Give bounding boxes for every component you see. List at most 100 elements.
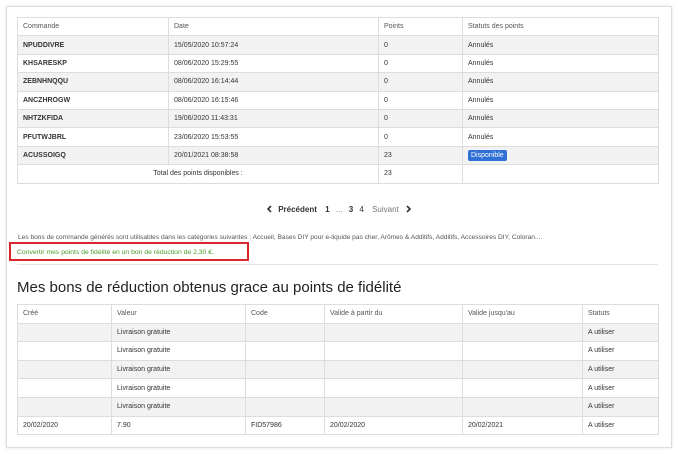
column-header: Valeur [111, 304, 246, 324]
points-status: Annulés [462, 35, 659, 55]
pagination-page-3[interactable]: 3 [349, 205, 353, 214]
table-row: Livraison gratuite A utiliser [17, 322, 659, 343]
voucher-created [17, 359, 112, 380]
points-status: Annulés [462, 90, 659, 110]
column-header: Statuts des points [462, 16, 659, 37]
total-row: Total des points disponibles : 23 [17, 164, 659, 184]
order-points: 0 [378, 108, 463, 129]
order-date: 23/06/2020 15:53:55 [168, 127, 379, 147]
voucher-categories-info: Les bons de commande générés sont utilis… [18, 234, 543, 241]
table-row: NPUDDIVRE 15/05/2020 10:57:24 0 Annulés [17, 35, 659, 55]
voucher-status: A utiliser [582, 341, 659, 361]
total-points-label: Total des points disponibles : [17, 164, 379, 184]
voucher-valid-from [324, 378, 463, 398]
order-reference: ACUSSOIGQ [17, 145, 169, 166]
order-points: 23 [378, 145, 463, 166]
order-points: 0 [378, 90, 463, 110]
voucher-value: Livraison gratuite [111, 378, 246, 398]
voucher-valid-from [324, 359, 463, 380]
order-points: 0 [378, 127, 463, 147]
pagination-page-1[interactable]: 1 [325, 205, 329, 214]
table-header-row: Commande Date Points Statuts des points [17, 16, 659, 37]
voucher-code: FID57986 [245, 415, 325, 436]
voucher-code [245, 341, 325, 361]
table-row: ZEBNHNQQU 08/06/2020 16:14:44 0 Annulés [17, 72, 659, 92]
order-date: 15/05/2020 10:57:24 [168, 35, 379, 55]
pagination-page-4[interactable]: 4 [359, 205, 363, 214]
voucher-value: Livraison gratuite [111, 341, 246, 361]
voucher-valid-to [462, 378, 583, 398]
order-reference: NPUDDIVRE [17, 35, 169, 55]
vouchers-section-title: Mes bons de réduction obtenus grace au p… [17, 279, 402, 296]
voucher-code [245, 378, 325, 398]
voucher-created [17, 396, 112, 417]
table-header-row: Créé Valeur Code Valide à partir du Vali… [17, 304, 659, 324]
order-points: 0 [378, 35, 463, 55]
total-empty-cell [462, 164, 659, 184]
pagination-ellipsis: ... [335, 205, 343, 214]
voucher-status: A utiliser [582, 396, 659, 417]
voucher-valid-from [324, 322, 463, 343]
table-row: Livraison gratuite A utiliser [17, 359, 659, 380]
voucher-code [245, 359, 325, 380]
order-reference: PFUTWJBRL [17, 127, 169, 147]
voucher-value: Livraison gratuite [111, 322, 246, 343]
convert-points-link[interactable]: Convertir mes points de fidélité en un b… [17, 249, 214, 256]
pagination-previous[interactable]: Précédent [266, 205, 321, 214]
column-header: Valide à partir du [324, 304, 463, 324]
table-row: 20/02/2020 7.90 FID57986 20/02/2020 20/0… [17, 415, 659, 436]
order-date: 19/06/2020 11:43:31 [168, 108, 379, 129]
order-points: 0 [378, 72, 463, 92]
pagination-next-label: Suivant [372, 205, 399, 214]
table-row: Livraison gratuite A utiliser [17, 341, 659, 361]
table-row: Livraison gratuite A utiliser [17, 396, 659, 417]
section-divider [17, 264, 658, 265]
voucher-status: A utiliser [582, 359, 659, 380]
points-status: Annulés [462, 108, 659, 129]
column-header: Points [378, 16, 463, 37]
voucher-valid-from [324, 396, 463, 417]
voucher-valid-to: 20/02/2021 [462, 415, 583, 436]
column-header: Code [245, 304, 325, 324]
voucher-created: 20/02/2020 [17, 415, 112, 436]
column-header: Commande [17, 16, 169, 37]
vouchers-table: Créé Valeur Code Valide à partir du Vali… [17, 304, 659, 436]
status-badge-available: Disponible [468, 149, 507, 161]
voucher-valid-to [462, 396, 583, 417]
table-row: NHTZKFIDA 19/06/2020 11:43:31 0 Annulés [17, 108, 659, 129]
loyalty-points-table: Commande Date Points Statuts des points … [17, 16, 659, 184]
voucher-code [245, 322, 325, 343]
table-row: Livraison gratuite A utiliser [17, 378, 659, 398]
order-date: 08/06/2020 15:29:55 [168, 53, 379, 74]
table-row: ANCZHROGW 08/06/2020 16:15:46 0 Annulés [17, 90, 659, 110]
order-reference: ANCZHROGW [17, 90, 169, 110]
table-row: PFUTWJBRL 23/06/2020 15:53:55 0 Annulés [17, 127, 659, 147]
voucher-created [17, 378, 112, 398]
order-points: 0 [378, 53, 463, 74]
voucher-created [17, 322, 112, 343]
points-status: Annulés [462, 127, 659, 147]
column-header: Valide jusqu'au [462, 304, 583, 324]
voucher-status: A utiliser [582, 378, 659, 398]
order-date: 08/06/2020 16:14:44 [168, 72, 379, 92]
voucher-created [17, 341, 112, 361]
order-date: 08/06/2020 16:15:46 [168, 90, 379, 110]
order-date: 20/01/2021 08:38:58 [168, 145, 379, 166]
pagination-previous-label: Précédent [278, 205, 317, 214]
voucher-code [245, 396, 325, 417]
voucher-status: A utiliser [582, 322, 659, 343]
voucher-valid-to [462, 359, 583, 380]
pagination-next[interactable]: Suivant [370, 205, 412, 214]
points-status: Disponible [462, 145, 659, 166]
voucher-valid-from [324, 341, 463, 361]
column-header: Créé [17, 304, 112, 324]
table-row: KHSARESKP 08/06/2020 15:29:55 0 Annulés [17, 53, 659, 74]
order-reference: NHTZKFIDA [17, 108, 169, 129]
order-reference: KHSARESKP [17, 53, 169, 74]
table-row: ACUSSOIGQ 20/01/2021 08:38:58 23 Disponi… [17, 145, 659, 166]
column-header: Statuts [582, 304, 659, 324]
voucher-valid-from: 20/02/2020 [324, 415, 463, 436]
voucher-value: Livraison gratuite [111, 359, 246, 380]
points-status: Annulés [462, 53, 659, 74]
points-status: Annulés [462, 72, 659, 92]
